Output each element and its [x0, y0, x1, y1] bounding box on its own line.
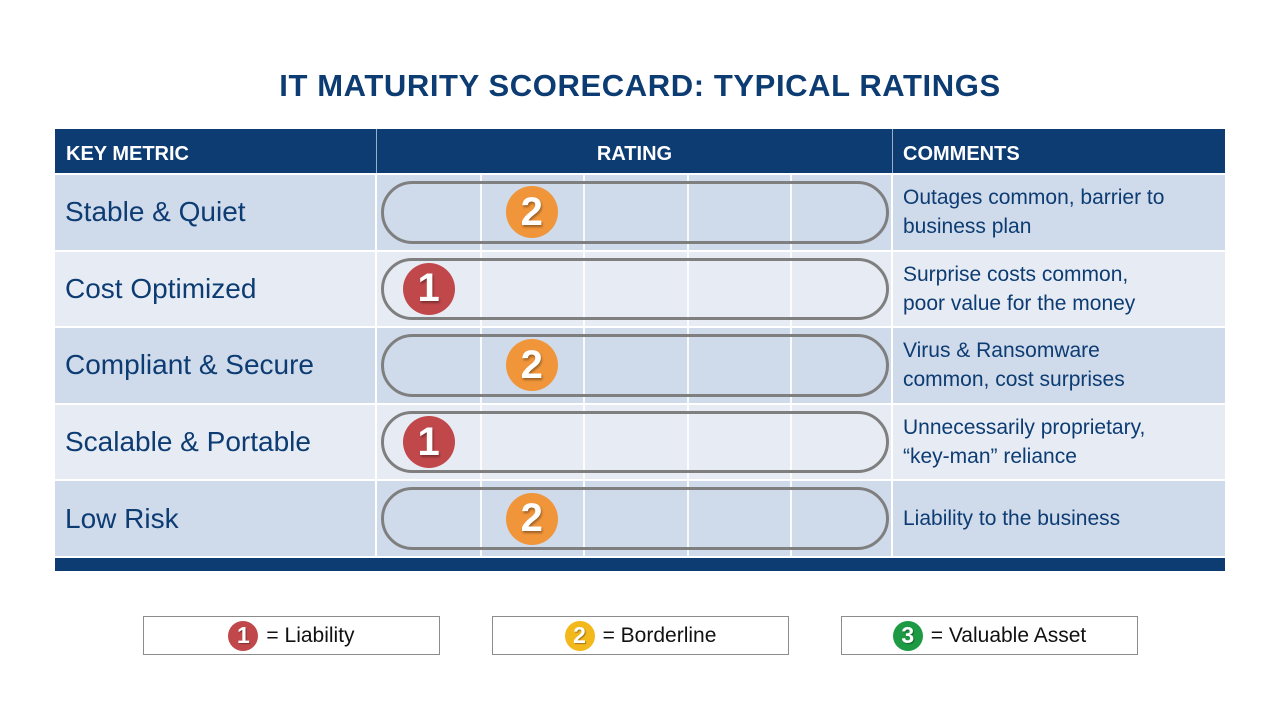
header-rating: RATING: [377, 129, 893, 173]
rating-3-badge-icon: 3: [892, 620, 923, 651]
legend-label: = Borderline: [602, 623, 717, 647]
rating-cell: 1: [377, 404, 893, 480]
legend-label: = Liability: [266, 623, 355, 647]
rating-1-badge-icon: 1: [402, 416, 455, 469]
comment-line: “key-man” reliance: [903, 445, 1077, 469]
comment-cell: Virus & Ransomware common, cost surprises: [893, 328, 1225, 403]
comment-line: Unnecessarily proprietary,: [903, 416, 1146, 440]
rating-track: [381, 410, 889, 474]
rating-1-badge-icon: 1: [402, 262, 455, 315]
legend-label: = Valuable Asset: [930, 623, 1087, 647]
metric-label: Stable & Quiet: [55, 175, 377, 250]
rating-track: [381, 487, 889, 550]
rating-2-badge-icon: 2: [505, 186, 558, 239]
comment-cell: Outages common, barrier to business plan: [893, 175, 1225, 250]
comment-cell: Unnecessarily proprietary, “key-man” reli…: [893, 405, 1225, 480]
header-key-metric: KEY METRIC: [55, 129, 377, 173]
table-header: KEY METRIC RATING COMMENTS: [55, 129, 1225, 173]
legend-item-borderline: 2 = Borderline: [492, 616, 789, 655]
rating-2-badge-icon: 2: [564, 620, 595, 651]
rating-cell: 2: [377, 175, 893, 250]
comment-cell: Surprise costs common, poor value for the…: [893, 252, 1225, 327]
comment-line: Outages common, barrier to: [903, 186, 1165, 210]
metric-label: Low Risk: [55, 481, 377, 556]
header-comments: COMMENTS: [903, 142, 1020, 165]
legend-item-valuable-asset: 3 = Valuable Asset: [841, 616, 1138, 655]
rating-track: [381, 181, 889, 244]
rating-cell: 1: [377, 251, 893, 327]
metric-label: Scalable & Portable: [55, 404, 377, 480]
scorecard-table: KEY METRIC RATING COMMENTS Stable & Quie…: [55, 129, 1225, 571]
comment-line: common, cost surprises: [903, 368, 1125, 392]
metric-label: Compliant & Secure: [55, 328, 377, 403]
table-footer-bar: [55, 557, 1225, 571]
page-title: IT MATURITY SCORECARD: TYPICAL RATINGS: [279, 68, 1001, 103]
comment-line: business plan: [903, 215, 1032, 239]
rating-track: [381, 257, 889, 321]
rating-2-badge-icon: 2: [505, 492, 558, 545]
table-row: Compliant & Secure 2 Virus & Ransomware com…: [55, 326, 1225, 403]
comment-line: Virus & Ransomware: [903, 339, 1100, 363]
table-body: Stable & Quiet 2 Outages common, barrier t…: [55, 173, 1225, 556]
rating-cell: 2: [377, 481, 893, 556]
table-row: Stable & Quiet 2 Outages common, barrier t…: [55, 173, 1225, 250]
table-row: Scalable & Portable 1 Unnecessarily propri…: [55, 402, 1225, 480]
rating-cell: 2: [377, 328, 893, 403]
metric-label: Cost Optimized: [55, 251, 377, 327]
comment-line: Liability to the business: [903, 507, 1121, 531]
comment-line: Surprise costs common,: [903, 262, 1129, 286]
table-row: Cost Optimized 1 Surprise costs common, poo…: [55, 249, 1225, 327]
rating-1-badge-icon: 1: [228, 620, 259, 651]
rating-2-badge-icon: 2: [505, 339, 558, 392]
legend-item-liability: 1 = Liability: [143, 616, 440, 655]
comment-line: poor value for the money: [903, 291, 1136, 315]
table-row: Low Risk 2 Liability to the business: [55, 479, 1225, 556]
rating-track: [381, 334, 889, 397]
comment-cell: Liability to the business: [893, 481, 1225, 556]
